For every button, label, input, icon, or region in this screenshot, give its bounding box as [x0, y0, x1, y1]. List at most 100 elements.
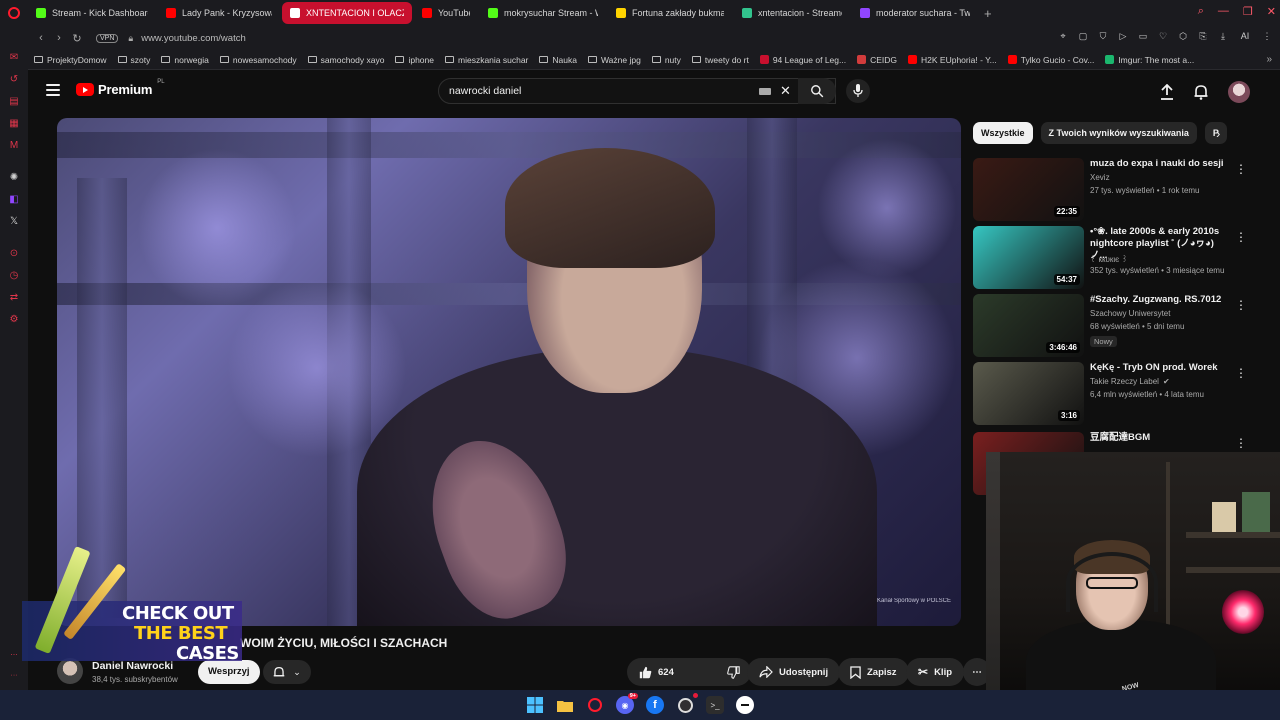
bookmark-item[interactable]: ProjektyDomow: [34, 55, 107, 65]
vpn-badge[interactable]: VPN: [96, 33, 119, 43]
bookmark-item[interactable]: samochody xayo: [307, 55, 384, 65]
messenger-icon[interactable]: ✉: [8, 52, 20, 64]
video-thumbnail[interactable]: 3:46:46: [973, 294, 1084, 357]
recommendation-item[interactable]: 3:16 KęKę - Tryb ON prod. Worek Takie Rzec…: [973, 362, 1273, 426]
bookmark-item[interactable]: mieszkania suchar: [445, 55, 528, 65]
video-thumbnail[interactable]: 22:35: [973, 158, 1084, 221]
recommendation-item[interactable]: 22:35 muza do expa i nauki do sesji Xeviz 2…: [973, 158, 1273, 222]
search-input[interactable]: [449, 83, 749, 99]
bookmarks-overflow-icon[interactable]: »: [1266, 54, 1272, 65]
bookmark-item[interactable]: tweety do rt: [691, 55, 749, 65]
kebab-menu-icon[interactable]: ⋮: [1235, 366, 1247, 380]
youtube-logo[interactable]: Premium PL: [76, 79, 165, 97]
subscription-bell-button[interactable]: ⌄: [263, 660, 311, 684]
opera-taskbar-icon[interactable]: [586, 696, 604, 714]
history-icon[interactable]: ↺: [8, 74, 20, 86]
forward-button[interactable]: ›: [50, 32, 68, 44]
browser-tab[interactable]: xntentacion - Streamer Ov: [734, 2, 850, 24]
opera-logo-icon[interactable]: [0, 0, 28, 26]
dislike-button[interactable]: [715, 658, 751, 686]
heart-icon[interactable]: ♡: [1158, 31, 1168, 42]
filter-chip[interactable]: Wszystkie: [973, 122, 1033, 144]
channel-avatar[interactable]: [57, 658, 83, 684]
settings-icon[interactable]: ⚙: [8, 314, 20, 326]
file-explorer-icon[interactable]: [556, 696, 574, 714]
aria-ai-button[interactable]: AI: [1238, 31, 1252, 42]
address-input[interactable]: www.youtube.com/watch: [141, 33, 246, 44]
pin-icon[interactable]: ⌖: [1058, 31, 1068, 42]
video-thumbnail[interactable]: 3:16: [973, 362, 1084, 425]
lock-icon[interactable]: 🔒︎: [128, 33, 133, 44]
hamburger-menu-icon[interactable]: [46, 84, 60, 96]
kebab-menu-icon[interactable]: ⋮: [1235, 162, 1247, 176]
recommendation-title[interactable]: KęKę - Tryb ON prod. Worek: [1090, 362, 1228, 374]
bookmark-item[interactable]: szoty: [117, 55, 150, 65]
twitch-icon[interactable]: ◧: [8, 194, 20, 206]
kebab-menu-icon[interactable]: ⋮: [1235, 230, 1247, 244]
maximize-button[interactable]: ❐: [1243, 5, 1253, 18]
speed-dial-icon[interactable]: ▦: [8, 118, 20, 130]
browser-tab[interactable]: XNTENTACION I OLACZK: [282, 2, 412, 24]
video-thumbnail[interactable]: 54:37: [973, 226, 1084, 289]
tab-view-icon[interactable]: ▭: [1138, 31, 1148, 42]
voice-search-button[interactable]: [846, 79, 870, 103]
recommendation-title[interactable]: muza do expa i nauki do sesji: [1090, 158, 1228, 170]
bookmark-item[interactable]: Nauka: [539, 55, 577, 65]
browser-tab[interactable]: YouTube: [414, 2, 478, 24]
browser-tab[interactable]: Lady Pank - Kryzysowa N: [158, 2, 280, 24]
new-tab-button[interactable]: +: [984, 6, 992, 21]
bookmark-item[interactable]: 94 League of Leg...: [759, 55, 846, 65]
browser-tab[interactable]: mokrysuchar Stream - We: [480, 2, 606, 24]
reload-button[interactable]: ↻: [68, 32, 86, 45]
clear-search-icon[interactable]: ✕: [780, 83, 791, 99]
clock-icon[interactable]: ◷: [8, 270, 20, 282]
wallet-icon[interactable]: ▤: [8, 96, 20, 108]
snapshot-icon[interactable]: ▢: [1078, 31, 1088, 42]
user-avatar[interactable]: [1228, 81, 1250, 103]
windows-start-icon[interactable]: [526, 696, 544, 714]
minimize-button[interactable]: —: [1218, 5, 1229, 18]
recommendation-title[interactable]: 豆腐配達BGM: [1090, 432, 1228, 444]
menu-icon[interactable]: ⋮: [1262, 31, 1272, 42]
facebook-icon[interactable]: f: [646, 696, 664, 714]
channel-name[interactable]: Daniel Nawrocki: [92, 660, 173, 672]
filter-chip[interactable]: Z Twoich wyników wyszukiwania: [1040, 122, 1197, 144]
bookmark-item[interactable]: nowesamochody: [219, 55, 297, 65]
recommendation-channel[interactable]: Takie Rzeczy Label: [1090, 377, 1159, 386]
downloads-icon[interactable]: ⤓: [1218, 31, 1228, 42]
player-icon[interactable]: ▷: [1118, 31, 1128, 42]
bookmark-item[interactable]: norwegia: [161, 55, 209, 65]
recommendation-item[interactable]: 3:46:46 #Szachy. Zugzwang. RS.7012 Szachow…: [973, 294, 1273, 358]
save-button[interactable]: Zapisz: [838, 658, 909, 686]
like-button[interactable]: 624: [627, 658, 729, 686]
bookmark-item[interactable]: iphone: [395, 55, 434, 65]
obs-icon[interactable]: [676, 693, 698, 714]
recommendation-title[interactable]: #Szachy. Zugzwang. RS.7012: [1090, 294, 1228, 306]
bookmark-item[interactable]: CEIDG: [857, 55, 897, 65]
chatgpt-icon[interactable]: ✺: [8, 172, 20, 184]
upload-icon[interactable]: [1160, 84, 1174, 100]
chevron-right-icon[interactable]: ›: [1216, 126, 1220, 141]
sidebar-dots-icon[interactable]: ···: [8, 670, 20, 682]
kebab-menu-icon[interactable]: ⋮: [1235, 436, 1247, 450]
kebab-menu-icon[interactable]: ⋮: [1235, 298, 1247, 312]
bookmark-item[interactable]: Tylko Gucio - Cov...: [1007, 55, 1094, 65]
browser-tab[interactable]: Fortuna zakłady bukmache: [608, 2, 732, 24]
search-tabs-icon[interactable]: ⌕: [1198, 5, 1204, 18]
recommendation-channel[interactable]: Xeviz: [1090, 173, 1110, 182]
notifications-bell-icon[interactable]: [1194, 84, 1208, 100]
recommendation-channel[interactable]: Szachowy Uniwersytet: [1090, 309, 1170, 318]
sidebar-more-icon[interactable]: ⋯: [8, 650, 20, 662]
bookmark-item[interactable]: Imgur: The most a...: [1105, 55, 1194, 65]
keyboard-icon[interactable]: [759, 88, 771, 95]
bookmark-item[interactable]: nuty: [651, 55, 681, 65]
back-button[interactable]: ‹: [32, 32, 50, 44]
extensions-icon[interactable]: ⬡: [1178, 31, 1188, 42]
discord-icon[interactable]: ◉ 9+: [616, 693, 638, 714]
easy-files-icon[interactable]: ⎘: [1198, 31, 1208, 42]
shield-icon[interactable]: ⛉: [1098, 31, 1108, 42]
clip-button[interactable]: ✂ Klip: [906, 658, 965, 686]
close-window-button[interactable]: ✕: [1267, 5, 1276, 18]
bookmark-item[interactable]: H2K EUphoria! - Y...: [908, 55, 997, 65]
recommendation-channel[interactable]: ꒰ ккυкιє ꒱: [1090, 253, 1128, 264]
